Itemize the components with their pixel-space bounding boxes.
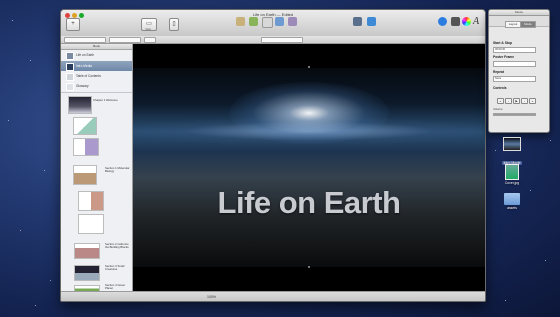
selection-handle[interactable]	[308, 266, 310, 268]
main-window: Life on Earth — Edited + ▭ View ▯ A Book…	[60, 9, 486, 302]
repeat-popup[interactable]: None	[493, 76, 536, 82]
folder-icon	[504, 193, 520, 205]
page-thumbnail-5[interactable]	[78, 191, 104, 211]
thumbnail-label-7: Section 2 Cells Are the Building Blocks	[105, 242, 129, 250]
colors-icon[interactable]	[462, 17, 471, 26]
sidebar-item-intro-media[interactable]: Intro Media	[61, 61, 132, 71]
volume-label: Volume	[493, 107, 503, 111]
sunrise-glow	[229, 82, 389, 144]
tab-movie[interactable]: Movie	[520, 21, 536, 28]
sidebar-item-life-on-earth[interactable]: Life on Earth	[61, 50, 132, 60]
thumbnail-label-8: Section 3 Small Creatures	[105, 264, 125, 272]
preview-icon[interactable]	[353, 17, 362, 26]
thumbnail-label-9: Section 4 Green Planet	[105, 283, 126, 291]
add-pages-button[interactable]: +	[66, 18, 80, 31]
view-label: View	[145, 28, 151, 31]
page-thumbnail-1[interactable]	[68, 96, 92, 114]
thumbnail-label-1: Chapter 1 Welcome	[93, 98, 118, 102]
page-thumbnail-6[interactable]	[78, 214, 104, 234]
inspector-icon[interactable]	[438, 17, 447, 26]
chart-icon[interactable]	[275, 17, 284, 26]
page-thumbnail-3[interactable]	[73, 138, 99, 156]
poster-frame-heading: Poster Frame	[493, 55, 515, 59]
toolbar: Life on Earth — Edited + ▭ View ▯ A	[61, 10, 485, 37]
glossary-icon	[66, 83, 74, 91]
sidebar: Book Life on Earth Intro Media Table of …	[61, 44, 133, 293]
status-bar: 100%	[61, 291, 485, 301]
zoom-popup[interactable]: 100%	[207, 295, 216, 299]
desktop-icon-assets[interactable]: assets	[494, 193, 530, 210]
image-file-icon	[505, 164, 519, 180]
movie-thumbnail-icon	[503, 137, 521, 151]
window-title: Life on Earth — Edited	[252, 12, 294, 17]
start-stop-heading: Start & Stop	[493, 41, 513, 45]
textbox-icon[interactable]	[236, 17, 245, 26]
media-browser-icon[interactable]	[451, 17, 460, 26]
layout-popup[interactable]	[261, 37, 303, 43]
tab-layout[interactable]: Layout	[505, 21, 521, 28]
back-button[interactable]: ‹	[505, 98, 512, 104]
poster-frame-slider[interactable]	[493, 61, 536, 67]
format-bar	[61, 36, 485, 44]
fast-forward-button[interactable]: »	[529, 98, 536, 104]
toc-icon	[66, 73, 74, 81]
media-icon	[66, 63, 74, 71]
page-thumbnail-7[interactable]	[74, 243, 100, 259]
orientation-button[interactable]: ▯	[169, 18, 179, 31]
thumbnail-label-4: Section 1 Molecular Biology	[105, 166, 130, 174]
play-button[interactable]: ▶	[513, 98, 520, 104]
fonts-icon[interactable]: A	[473, 17, 482, 27]
size-popup[interactable]	[144, 37, 156, 43]
sidebar-item-table-of-contents[interactable]: Table of Contents	[61, 71, 132, 81]
rewind-button[interactable]: «	[497, 98, 504, 104]
sidebar-item-glossary[interactable]: Glossary	[61, 81, 132, 91]
intro-movie[interactable]: Life on Earth	[133, 68, 485, 267]
page-thumbnail-2[interactable]	[73, 117, 97, 135]
page-canvas: Life on Earth	[133, 44, 485, 291]
publish-icon[interactable]	[367, 17, 376, 26]
table-icon[interactable]	[262, 17, 273, 28]
inspector-window: Movie Layout Movie Start & Stop 00:00:00…	[488, 9, 550, 133]
font-popup[interactable]	[109, 37, 141, 43]
shape-icon[interactable]	[249, 17, 258, 26]
start-time-field[interactable]: 00:00:00	[493, 47, 536, 53]
sidebar-divider	[61, 92, 132, 93]
volume-slider[interactable]	[493, 113, 536, 116]
style-popup[interactable]	[64, 37, 106, 43]
repeat-heading: Repeat	[493, 70, 504, 74]
forward-button[interactable]: ›	[521, 98, 528, 104]
desktop-icon-cover[interactable]: Cover.jpg	[494, 164, 530, 185]
book-icon	[66, 52, 74, 60]
page-thumbnail-4[interactable]	[73, 165, 97, 185]
page-thumbnail-8[interactable]	[74, 265, 100, 281]
selection-handle[interactable]	[308, 66, 310, 68]
controls-heading: Controls	[493, 86, 507, 90]
widget-icon[interactable]	[288, 17, 297, 26]
book-title: Life on Earth	[217, 185, 401, 220]
